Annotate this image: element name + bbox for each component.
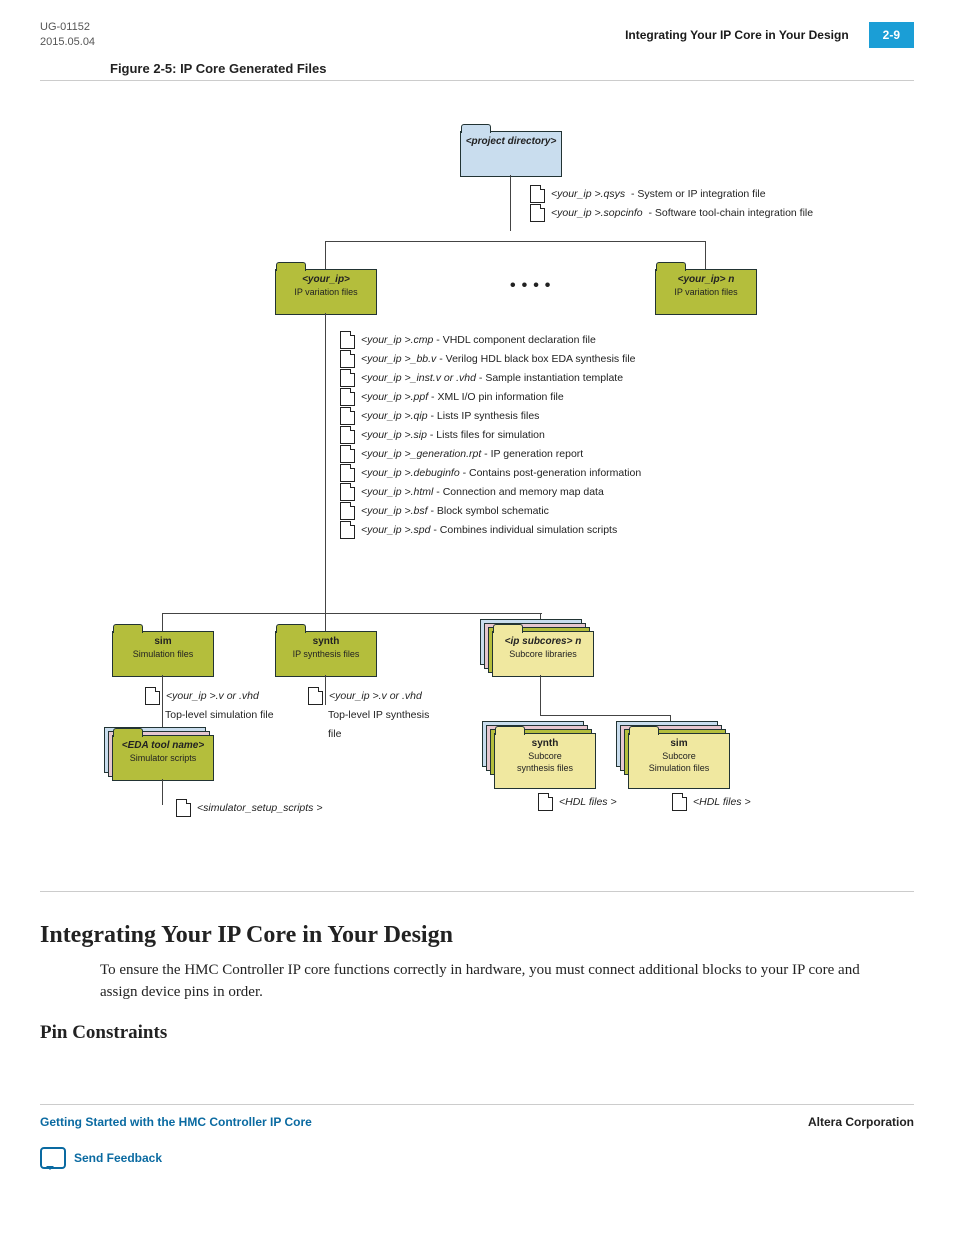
file-icon	[340, 350, 355, 368]
ip-files-list: <your_ip >.cmp - VHDL component declarat…	[340, 331, 641, 540]
file-icon	[672, 793, 687, 811]
file-icon	[530, 185, 545, 203]
file-icon	[340, 388, 355, 406]
folder-ip-subcores: <ip subcores> n Subcore libraries	[492, 631, 594, 677]
doc-date: 2015.05.04	[40, 35, 95, 50]
send-feedback-link[interactable]: Send Feedback	[40, 1147, 914, 1169]
file-icon	[340, 502, 355, 520]
feedback-icon	[40, 1147, 66, 1169]
footer-chapter-link[interactable]: Getting Started with the HMC Controller …	[40, 1115, 312, 1129]
sim-file-note: <your_ip >.v or .vhd Top-level simulatio…	[145, 687, 280, 725]
file-row: <your_ip >_generation.rpt - IP generatio…	[340, 445, 641, 464]
folder-your-ip: <your_ip> IP variation files	[275, 269, 377, 315]
footer-corporation: Altera Corporation	[808, 1115, 914, 1129]
file-icon	[530, 204, 545, 222]
file-row: <your_ip >.sip - Lists files for simulat…	[340, 426, 641, 445]
section-heading: Integrating Your IP Core in Your Design	[40, 922, 914, 949]
file-row: <your_ip >.ppf - XML I/O pin information…	[340, 388, 641, 407]
send-feedback-label: Send Feedback	[74, 1151, 162, 1165]
file-icon	[340, 369, 355, 387]
file-icon	[538, 793, 553, 811]
folder-sub-sim: sim Subcore Simulation files	[628, 733, 730, 789]
header-bar: UG-01152 2015.05.04 Integrating Your IP …	[40, 20, 914, 51]
doc-id: UG-01152	[40, 20, 95, 35]
hdl-files-synth: <HDL files >	[538, 793, 617, 812]
folder-project-directory: <project directory>	[460, 131, 562, 177]
file-row: <your_ip >_inst.v or .vhd - Sample insta…	[340, 369, 641, 388]
section-running-title: Integrating Your IP Core in Your Design	[625, 28, 849, 42]
body-paragraph: To ensure the HMC Controller IP core fun…	[100, 959, 870, 1004]
folder-synth: synth IP synthesis files	[275, 631, 377, 677]
file-row: <your_ip >_bb.v - Verilog HDL black box …	[340, 350, 641, 369]
synth-file-note: <your_ip >.v or .vhd Top-level IP synthe…	[308, 687, 443, 744]
figure-caption: Figure 2-5: IP Core Generated Files	[110, 61, 914, 76]
file-icon	[308, 687, 323, 705]
file-row: <your_ip >.qip - Lists IP synthesis file…	[340, 407, 641, 426]
file-row: <your_ip >.debuginfo - Contains post-gen…	[340, 464, 641, 483]
page-number-badge: 2-9	[869, 22, 914, 48]
subsection-heading: Pin Constraints	[40, 1022, 914, 1044]
file-icon	[340, 445, 355, 463]
eda-file-note: <simulator_setup_scripts >	[176, 799, 322, 818]
folder-sub-synth: synth Subcore synthesis files	[494, 733, 596, 789]
file-icon	[176, 799, 191, 817]
file-icon	[340, 464, 355, 482]
file-row: <your_ip >.cmp - VHDL component declarat…	[340, 331, 641, 350]
divider	[40, 80, 914, 81]
file-icon	[145, 687, 160, 705]
divider	[40, 891, 914, 892]
file-icon	[340, 331, 355, 349]
file-row: <your_ip >.bsf - Block symbol schematic	[340, 502, 641, 521]
file-icon	[340, 483, 355, 501]
file-icon	[340, 521, 355, 539]
file-icon	[340, 426, 355, 444]
project-files-list: <your_ip >.qsys - System or IP integrati…	[530, 185, 813, 223]
hdl-files-sim: <HDL files >	[672, 793, 751, 812]
folder-your-ip-n: <your_ip> n IP variation files	[655, 269, 757, 315]
figure-diagram: <project directory> <your_ip >.qsys - Sy…	[40, 91, 914, 871]
ellipsis-icon: ••••	[510, 277, 556, 295]
file-row: <your_ip >.html - Connection and memory …	[340, 483, 641, 502]
footer-bar: Getting Started with the HMC Controller …	[40, 1104, 914, 1129]
folder-sim: sim Simulation files	[112, 631, 214, 677]
file-icon	[340, 407, 355, 425]
file-row: <your_ip >.spd - Combines individual sim…	[340, 521, 641, 540]
folder-eda-tool: <EDA tool name> Simulator scripts	[112, 735, 214, 781]
header-left: UG-01152 2015.05.04	[40, 20, 95, 51]
header-right: Integrating Your IP Core in Your Design …	[625, 22, 914, 48]
